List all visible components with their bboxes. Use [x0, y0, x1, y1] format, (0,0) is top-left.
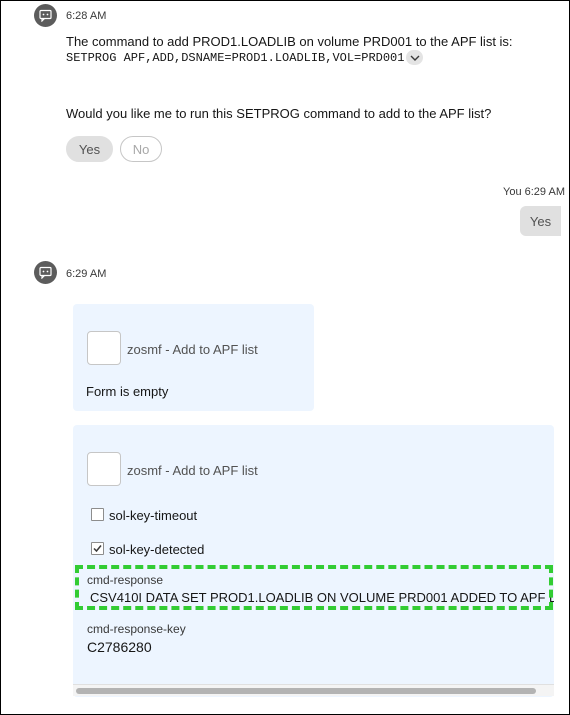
sol-key-detected-label: sol-key-detected — [109, 542, 205, 557]
yes-button[interactable]: Yes — [66, 136, 113, 162]
message-timestamp: 6:29 AM — [66, 268, 107, 280]
form-card-empty: zosmf - Add to APF list Form is empty — [73, 304, 314, 411]
form-card-result: zosmf - Add to APF list sol-key-timeout … — [73, 425, 554, 697]
user-message-meta: You 6:29 AM — [503, 186, 565, 198]
card-empty-message: Form is empty — [86, 384, 169, 399]
chat-bot-icon — [39, 9, 52, 22]
horizontal-scrollbar[interactable] — [73, 684, 554, 696]
card-icon — [87, 331, 121, 365]
cmd-response-key-value: C2786280 — [87, 639, 152, 655]
scrollbar-thumb[interactable] — [76, 688, 536, 694]
sol-key-detected-checkbox[interactable] — [91, 542, 104, 555]
checkmark-icon — [93, 545, 102, 553]
bot-message-intro: The command to add PROD1.LOADLIB on volu… — [66, 34, 513, 49]
bot-avatar — [34, 261, 57, 284]
chat-bot-icon — [39, 266, 52, 279]
bot-avatar — [34, 4, 57, 27]
expand-command-button[interactable] — [406, 50, 424, 66]
cmd-response-highlight — [75, 565, 553, 610]
card-title: zosmf - Add to APF list — [127, 342, 258, 357]
command-text: SETPROG APF,ADD,DSNAME=PROD1.LOADLIB,VOL… — [66, 51, 405, 65]
chevron-down-icon — [410, 55, 420, 61]
sol-key-timeout-checkbox[interactable] — [91, 508, 104, 521]
no-button[interactable]: No — [120, 136, 162, 162]
card-title: zosmf - Add to APF list — [127, 463, 258, 478]
message-timestamp: 6:28 AM — [66, 10, 107, 22]
user-message-bubble: Yes — [520, 206, 561, 236]
bot-message-question: Would you like me to run this SETPROG co… — [66, 106, 492, 121]
sol-key-timeout-label: sol-key-timeout — [109, 508, 198, 523]
card-icon — [87, 452, 121, 486]
bot-message-command-line: SETPROG APF,ADD,DSNAME=PROD1.LOADLIB,VOL… — [66, 49, 424, 66]
cmd-response-key-label: cmd-response-key — [87, 622, 186, 636]
